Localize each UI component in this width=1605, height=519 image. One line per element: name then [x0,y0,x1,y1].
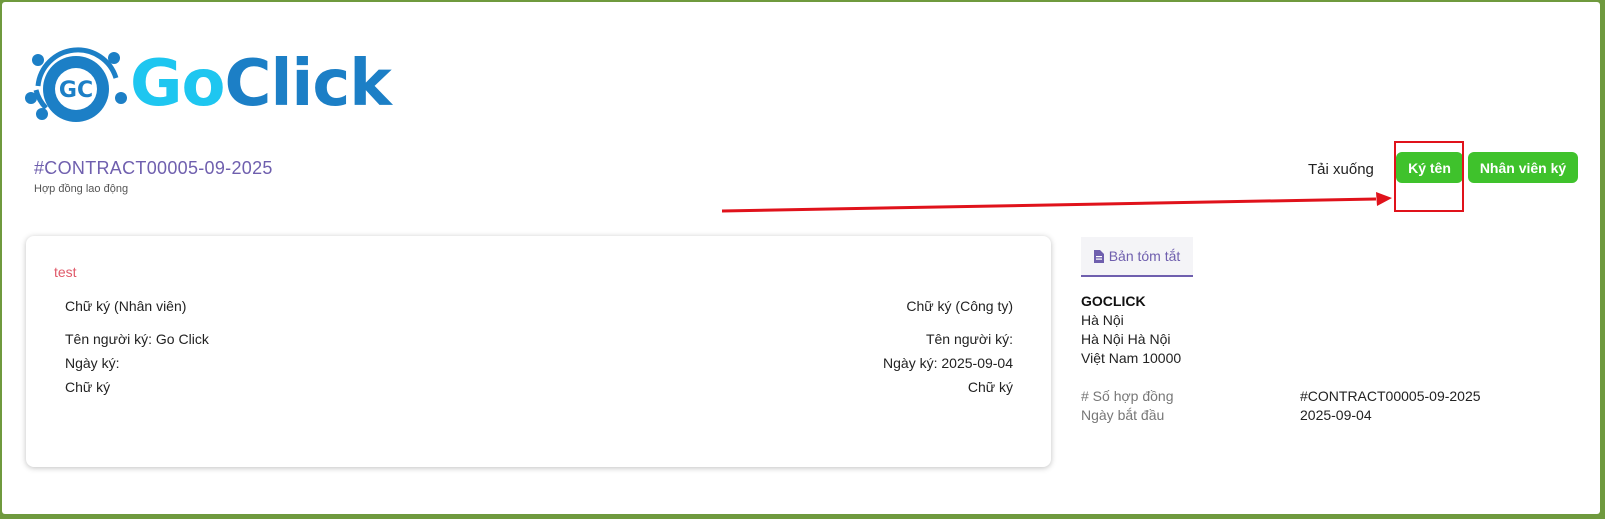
contract-preview-card: test Chữ ký (Nhân viên) Tên người ký: Go… [26,236,1051,467]
summary-contract-number-label: # Số hợp đồng [1081,388,1174,404]
logo-text-click: Click [224,47,392,121]
company-signature-label: Chữ ký [967,379,1013,395]
goclick-logo: GC GoClick [24,38,394,128]
summary-address-line2: Hà Nội Hà Nội [1081,331,1171,347]
tab-summary[interactable]: Bản tóm tắt [1081,237,1193,277]
summary-start-date-label: Ngày bắt đầu [1081,407,1165,423]
goclick-logo-icon: GC [25,47,127,122]
employee-signature-heading: Chữ ký (Nhân viên) [65,298,187,314]
employee-signature-label: Chữ ký [65,379,111,395]
contract-body-title: test [54,264,77,280]
employee-sign-date: Ngày ký: [65,355,120,371]
contract-number-title: #CONTRACT00005-09-2025 [34,158,273,178]
company-signer-name: Tên người ký: [925,331,1013,347]
employee-sign-button[interactable]: Nhân viên ký [1468,152,1578,183]
summary-contract-number-value: #CONTRACT00005-09-2025 [1300,388,1481,404]
file-icon [1093,249,1104,263]
summary-address-line1: Hà Nội [1081,312,1124,328]
contract-type-subtitle: Hợp đồng lao động [34,183,129,195]
tab-summary-label: Bản tóm tắt [1108,248,1181,264]
logo-text-go: Go [130,47,225,121]
annotation-highlight-box [1394,141,1464,212]
logo-wordmark: GoClick [130,44,392,124]
summary-company-name: GOCLICK [1081,293,1146,309]
company-signature-heading: Chữ ký (Công ty) [906,298,1013,314]
summary-address-line3: Việt Nam 10000 [1081,350,1182,366]
employee-signer-name: Tên người ký: Go Click [65,331,209,347]
company-sign-date: Ngày ký: 2025-09-04 [883,355,1013,371]
svg-text:GC: GC [59,78,93,103]
download-button[interactable]: Tải xuống [1302,157,1380,182]
summary-start-date-value: 2025-09-04 [1300,407,1372,423]
